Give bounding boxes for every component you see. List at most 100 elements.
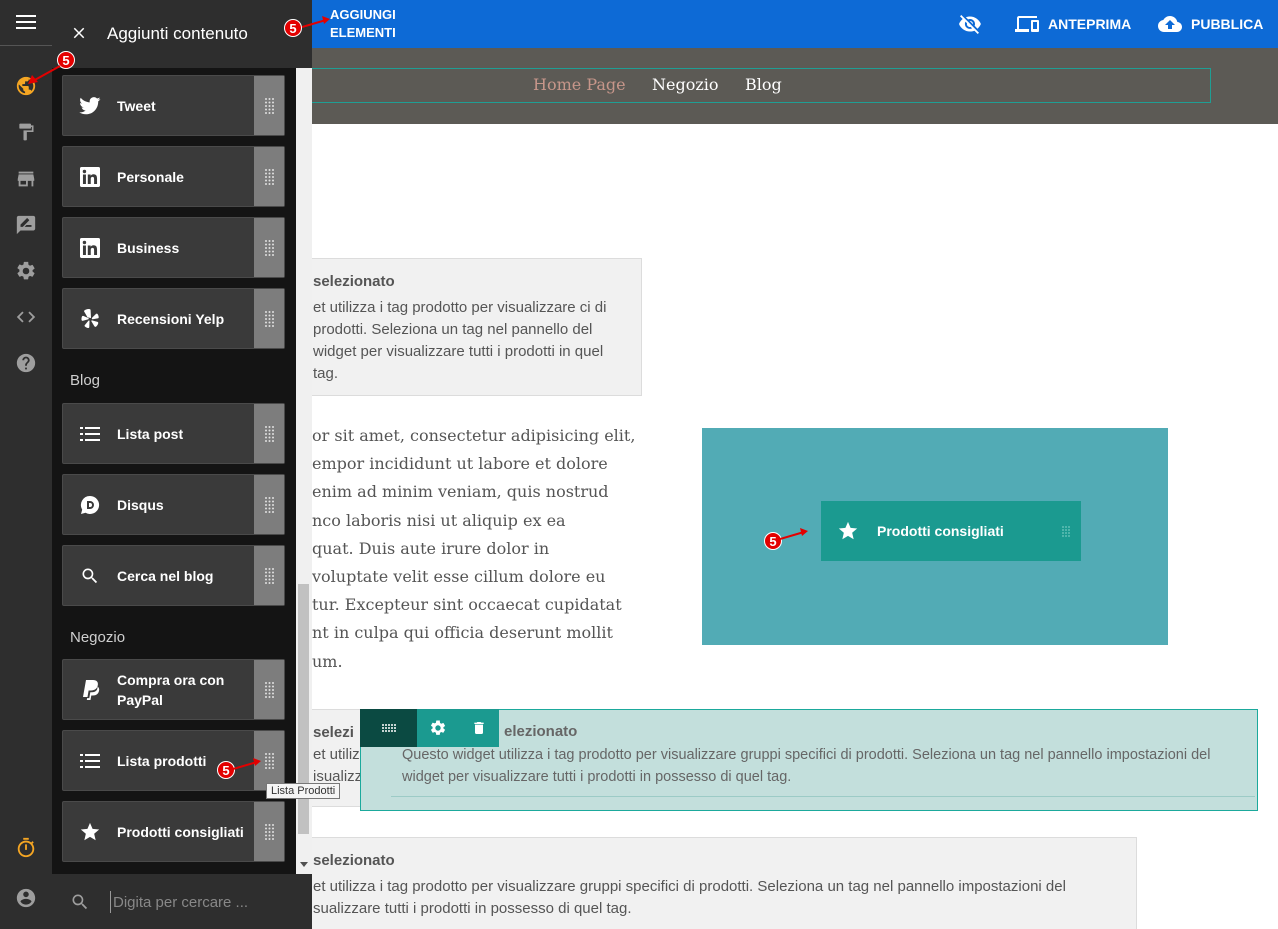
rail-account-button[interactable]: [14, 886, 38, 910]
menu-button[interactable]: [14, 10, 38, 34]
drag-handle[interactable]: [254, 660, 284, 719]
widget-description-line2: sualizzare tutti i prodotti in possesso …: [313, 900, 632, 917]
close-icon: [73, 27, 85, 39]
publish-label: PUBBLICA: [1191, 16, 1264, 32]
panel-item-label: Prodotti consigliati: [117, 823, 244, 840]
add-elements-label-line2: ELEMENTI: [330, 25, 396, 40]
widget-title: selezi: [313, 724, 354, 741]
drag-handle[interactable]: [254, 475, 284, 534]
selected-widget-description: Questo widget utilizza i tag prodotto pe…: [402, 747, 1211, 785]
trash-icon: [473, 722, 484, 734]
list-icon: [77, 404, 103, 463]
widget-description: et utilizza i tag prodotto per visualizz…: [313, 299, 607, 382]
rail-code-button[interactable]: [14, 305, 38, 329]
panel-header: Aggiunti contenuto: [52, 0, 312, 68]
eye-off-icon: [959, 15, 981, 34]
star-icon: [838, 521, 858, 540]
panel-item-label: Cerca nel blog: [117, 567, 214, 584]
panel-item-label: Recensioni Yelp: [117, 310, 225, 327]
add-elements-button[interactable]: AGGIUNGI ELEMENTI: [330, 6, 396, 42]
nav-item-shop[interactable]: Negozio: [652, 75, 719, 94]
panel-list[interactable]: Tweet Personale Business Recensioni Yelp…: [52, 68, 312, 874]
drag-handle[interactable]: [254, 289, 284, 348]
panel-item-business[interactable]: Business: [62, 217, 285, 278]
drag-handle-icon: [1062, 526, 1070, 537]
search-input[interactable]: [110, 891, 300, 913]
close-panel-button[interactable]: [70, 24, 90, 44]
delete-widget-button[interactable]: [458, 709, 499, 747]
widget-title: selezionato: [313, 273, 395, 290]
rail-timer-button[interactable]: [14, 836, 38, 860]
code-icon: [16, 311, 36, 323]
panel-item-lista-post[interactable]: Lista post: [62, 403, 285, 464]
drag-handle[interactable]: [254, 404, 284, 463]
panel-item-paypal[interactable]: Compra ora con PayPal: [62, 659, 285, 720]
rail-feedback-button[interactable]: [14, 213, 38, 237]
scroll-down-arrow-icon: [300, 862, 308, 867]
move-widget-button[interactable]: [360, 709, 417, 747]
tooltip: Lista Prodotti: [266, 783, 341, 799]
drag-handle-icon: [264, 425, 274, 442]
panel-item-personale[interactable]: Personale: [62, 146, 285, 207]
drag-handle[interactable]: [254, 546, 284, 605]
site-header: Home Page Negozio Blog: [312, 48, 1278, 124]
paypal-icon: [77, 660, 103, 719]
drag-handle[interactable]: [254, 218, 284, 277]
callout-badge: 5: [284, 19, 302, 37]
twitter-icon: [77, 76, 103, 135]
panel-item-tweet[interactable]: Tweet: [62, 75, 285, 136]
preview-label: ANTEPRIMA: [1048, 16, 1132, 32]
nav-item-blog[interactable]: Blog: [745, 75, 782, 94]
section-heading-blog: Blog: [70, 372, 101, 389]
publish-button[interactable]: PUBBLICA: [1157, 0, 1263, 48]
divider: [391, 796, 1255, 797]
panel-item-label: Personale: [117, 168, 184, 185]
panel-item-yelp[interactable]: Recensioni Yelp: [62, 288, 285, 349]
drag-handle-icon: [264, 168, 274, 185]
help-icon: [16, 353, 36, 373]
drag-handle[interactable]: [254, 802, 284, 861]
drag-handle-icon: [264, 496, 274, 513]
search-icon: [77, 546, 103, 605]
widget-settings-button[interactable]: [417, 709, 458, 747]
rail-help-button[interactable]: [14, 351, 38, 375]
drag-handle[interactable]: [254, 147, 284, 206]
cloud-upload-icon: [1158, 16, 1182, 32]
linkedin-icon: [77, 218, 103, 277]
callout-arrow-icon: [302, 16, 330, 28]
callout-arrow-icon: [28, 65, 61, 84]
panel-scrollbar[interactable]: [296, 68, 312, 874]
rail-settings-button[interactable]: [14, 259, 38, 283]
panel-item-label: Disqus: [117, 496, 164, 513]
disqus-icon: [77, 475, 103, 534]
preview-button[interactable]: ANTEPRIMA: [1014, 0, 1131, 48]
add-elements-label-line1: AGGIUNGI: [330, 7, 396, 22]
product-widget-card[interactable]: selezionato et utilizza i tag prodotto p…: [296, 258, 642, 396]
panel-item-disqus[interactable]: Disqus: [62, 474, 285, 535]
drag-handle-icon: [264, 97, 274, 114]
selected-widget-title: elezionato: [504, 723, 578, 740]
store-icon: [17, 171, 35, 187]
drag-handle-icon: [264, 567, 274, 584]
panel-item-prodotti-consigliati[interactable]: Prodotti consigliati: [62, 801, 285, 862]
panel-item-label: Business: [117, 239, 180, 256]
dragging-widget-prodotti-consigliati[interactable]: Prodotti consigliati: [821, 501, 1081, 561]
section-heading-negozio: Negozio: [70, 629, 126, 646]
panel-search-bar: [52, 874, 312, 929]
product-widget-card[interactable]: selezionato et utilizza i tag prodotto p…: [296, 837, 1137, 929]
drag-handle-icon: [264, 681, 274, 698]
hide-visibility-button[interactable]: [958, 0, 990, 48]
hamburger-icon: [16, 15, 36, 29]
widget-title: selezionato: [313, 852, 395, 869]
drag-handle[interactable]: [254, 76, 284, 135]
nav-item-home[interactable]: Home Page: [533, 75, 626, 94]
rail-store-button[interactable]: [14, 167, 38, 191]
drag-handle-icon: [264, 239, 274, 256]
panel-item-cerca-blog[interactable]: Cerca nel blog: [62, 545, 285, 606]
drag-handle-icon: [264, 310, 274, 327]
gear-icon: [17, 261, 35, 280]
rail-design-button[interactable]: [14, 120, 38, 144]
account-icon: [16, 888, 36, 908]
callout-arrow-icon: [233, 758, 261, 770]
widget-description-line1: et utiliz: [313, 746, 360, 763]
